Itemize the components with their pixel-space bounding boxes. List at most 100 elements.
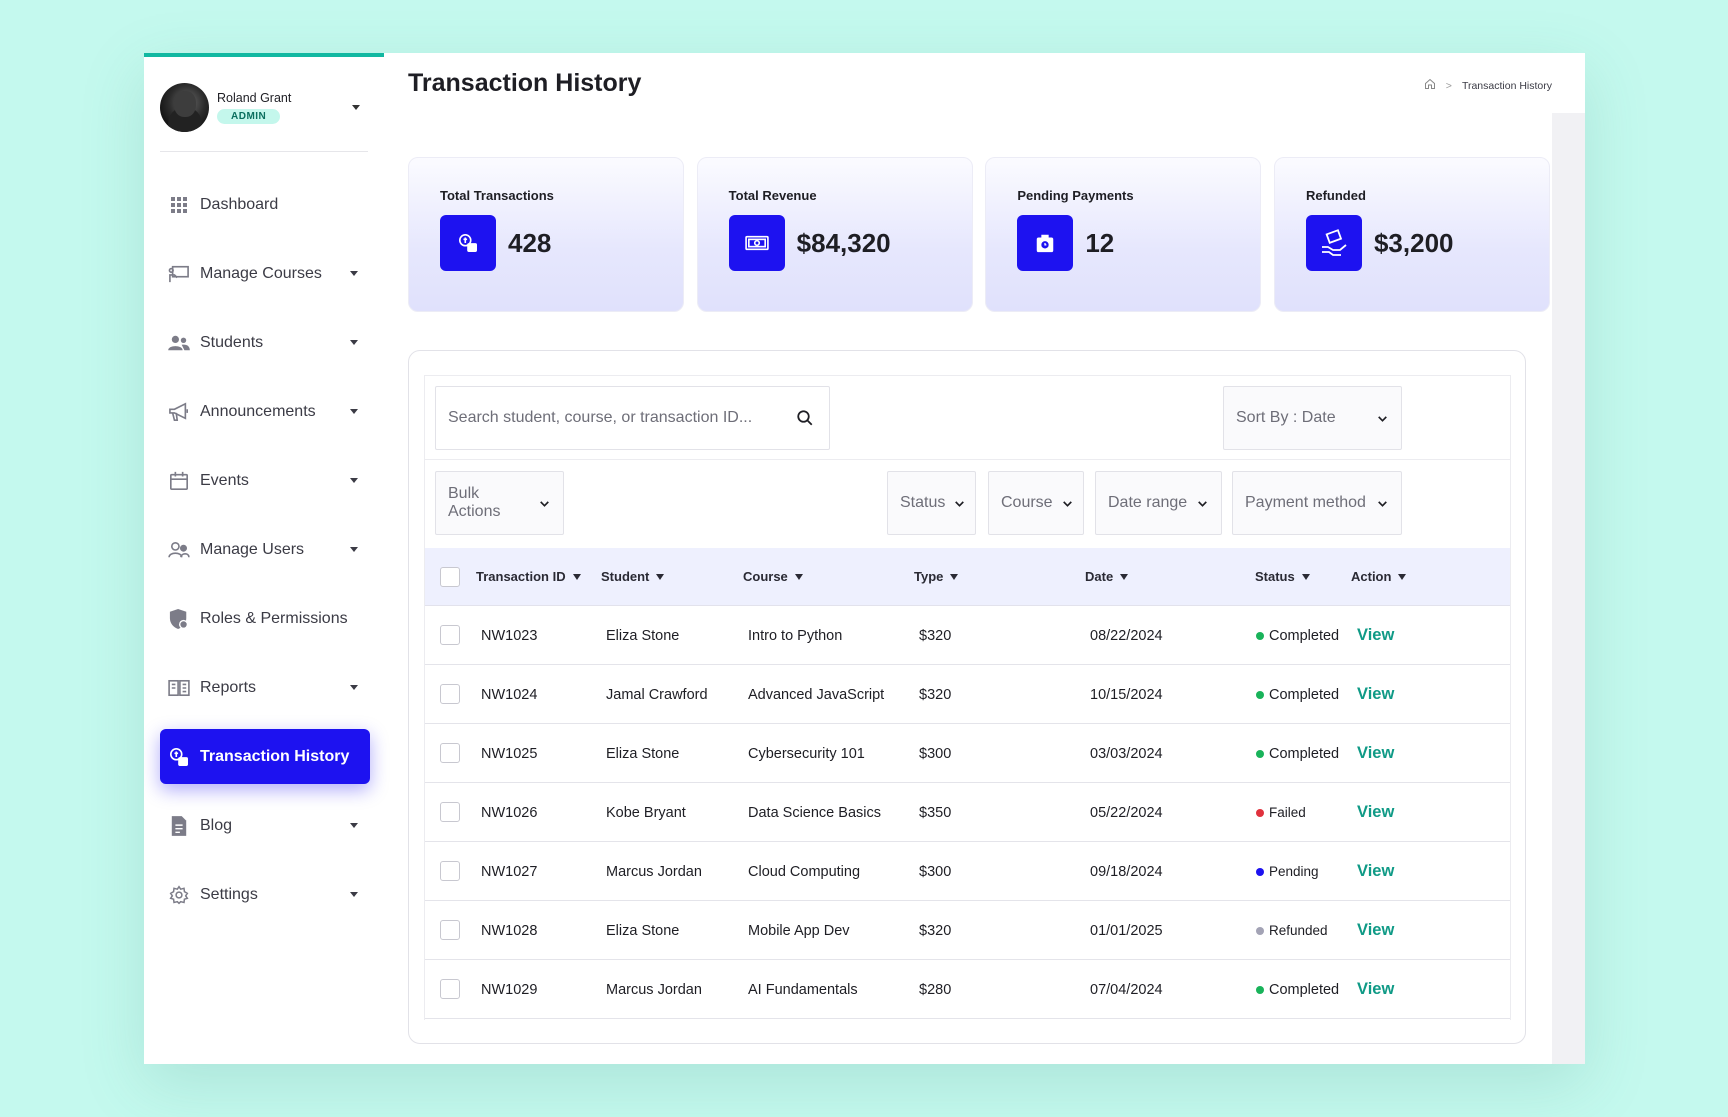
sort-down-icon bbox=[1398, 573, 1407, 580]
cell-status: Completed bbox=[1256, 724, 1339, 783]
row-checkbox[interactable] bbox=[440, 861, 460, 881]
grid-icon bbox=[168, 194, 190, 216]
payment-method-filter[interactable]: Payment method bbox=[1232, 471, 1402, 535]
course-filter[interactable]: Course bbox=[988, 471, 1084, 535]
cell-date: 10/15/2024 bbox=[1090, 686, 1163, 703]
sidebar-item-manage-courses[interactable]: Manage Courses bbox=[160, 246, 370, 301]
stat-row: $84,320 bbox=[728, 215, 941, 271]
table-row: NW1029 Marcus Jordan AI Fundamentals $280 07… bbox=[425, 960, 1510, 1019]
bulk-actions-select[interactable]: Bulk Actions bbox=[435, 471, 564, 535]
cell-course: Intro to Python bbox=[748, 627, 843, 644]
status-dot bbox=[1256, 867, 1264, 876]
stat-label: Pending Payments bbox=[1017, 188, 1134, 203]
cell-student: Kobe Bryant bbox=[606, 804, 686, 821]
view-link[interactable]: View bbox=[1357, 744, 1394, 763]
status-dot bbox=[1256, 985, 1264, 994]
status-badge: Completed bbox=[1269, 686, 1340, 703]
col-action[interactable]: Action bbox=[1351, 569, 1407, 584]
status-dot bbox=[1256, 631, 1264, 640]
sidebar-item-dashboard[interactable]: Dashboard bbox=[160, 177, 370, 232]
search-input[interactable] bbox=[448, 409, 793, 427]
sidebar-item-manage-users[interactable]: Manage Users bbox=[160, 522, 370, 577]
cell-type: $320 bbox=[919, 686, 952, 703]
sidebar-item-transaction-history[interactable]: Transaction History bbox=[160, 729, 370, 784]
row-checkbox[interactable] bbox=[440, 625, 460, 645]
table-body: NW1023 Eliza Stone Intro to Python $320 08/2… bbox=[425, 606, 1510, 1019]
row-checkbox[interactable] bbox=[440, 979, 460, 999]
sidebar-item-label: Manage Users bbox=[200, 540, 305, 558]
cell-transaction-id: NW1027 bbox=[481, 863, 538, 880]
course-filter-label: Course bbox=[1001, 494, 1053, 511]
sidebar-item-students[interactable]: Students bbox=[160, 315, 370, 370]
col-type[interactable]: Type bbox=[914, 569, 959, 584]
cell-student: Eliza Stone bbox=[606, 922, 680, 939]
sidebar-item-announcements[interactable]: Announcements bbox=[160, 384, 370, 439]
select-all-checkbox[interactable] bbox=[440, 566, 460, 587]
cell-type: $350 bbox=[919, 804, 952, 821]
search-icon[interactable] bbox=[793, 406, 817, 430]
stats-row: Total Transactions 428 Total Revenue $84,32… bbox=[408, 157, 1550, 312]
book-icon bbox=[168, 677, 190, 699]
col-transaction-id[interactable]: Transaction ID bbox=[476, 569, 581, 584]
view-link[interactable]: View bbox=[1357, 803, 1394, 822]
sidebar-nav: Dashboard Manage Courses Students Announcem… bbox=[160, 177, 370, 936]
col-student[interactable]: Student bbox=[601, 569, 665, 584]
stat-label: Total Revenue bbox=[728, 188, 817, 203]
view-link[interactable]: View bbox=[1357, 980, 1394, 999]
row-checkbox[interactable] bbox=[440, 920, 460, 940]
cell-status: Completed bbox=[1256, 960, 1339, 1019]
breadcrumb: > Transaction History bbox=[1424, 78, 1552, 93]
breadcrumb-separator: > bbox=[1445, 79, 1452, 92]
chevron-down-icon bbox=[1368, 412, 1389, 425]
table-row: NW1028 Eliza Stone Mobile App Dev $320 01/01… bbox=[425, 901, 1510, 960]
sidebar-item-blog[interactable]: Blog bbox=[160, 798, 370, 853]
page-title: Transaction History bbox=[408, 69, 642, 97]
chevron-down-icon bbox=[1188, 497, 1209, 510]
table-row: NW1026 Kobe Bryant Data Science Basics $350… bbox=[425, 783, 1510, 842]
row-checkbox[interactable] bbox=[440, 743, 460, 763]
sidebar-item-events[interactable]: Events bbox=[160, 453, 370, 508]
sort-down-icon bbox=[1301, 573, 1310, 580]
payment-method-label: Payment method bbox=[1245, 494, 1366, 511]
cell-status: Refunded bbox=[1256, 901, 1328, 960]
sidebar-item-reports[interactable]: Reports bbox=[160, 660, 370, 715]
sidebar-item-roles-permissions[interactable]: Roles & Permissions bbox=[160, 591, 370, 646]
chevron-down-icon bbox=[350, 685, 358, 690]
sort-down-icon bbox=[950, 573, 959, 580]
scrollbar[interactable] bbox=[1552, 113, 1585, 1064]
cell-status: Pending bbox=[1256, 842, 1319, 901]
view-link[interactable]: View bbox=[1357, 626, 1394, 645]
chevron-down-icon[interactable] bbox=[352, 104, 360, 110]
chevron-down-icon bbox=[350, 409, 358, 414]
cell-action: View bbox=[1357, 842, 1394, 901]
cell-transaction-id: NW1029 bbox=[481, 981, 538, 998]
row-checkbox[interactable] bbox=[440, 802, 460, 822]
home-icon[interactable] bbox=[1424, 78, 1436, 93]
view-link[interactable]: View bbox=[1357, 685, 1394, 704]
col-course[interactable]: Course bbox=[743, 569, 803, 584]
col-status[interactable]: Status bbox=[1255, 569, 1310, 584]
cell-course: Mobile App Dev bbox=[748, 922, 850, 939]
main-content: Transaction History > Transaction Histor… bbox=[384, 53, 1585, 1064]
sort-select[interactable]: Sort By : Date bbox=[1223, 386, 1402, 450]
user-profile[interactable]: Roland Grant ADMIN bbox=[160, 80, 364, 134]
cell-status: Completed bbox=[1256, 606, 1339, 665]
megaphone-icon bbox=[168, 401, 190, 423]
sidebar-item-settings[interactable]: Settings bbox=[160, 867, 370, 922]
status-filter[interactable]: Status bbox=[887, 471, 976, 535]
row-checkbox[interactable] bbox=[440, 684, 460, 704]
cash-icon bbox=[728, 215, 785, 271]
status-dot bbox=[1256, 808, 1264, 817]
sidebar-item-label: Settings bbox=[200, 885, 258, 903]
col-date[interactable]: Date bbox=[1085, 569, 1129, 584]
clock-bag-icon bbox=[1017, 215, 1074, 271]
view-link[interactable]: View bbox=[1357, 921, 1394, 940]
sort-down-icon bbox=[794, 573, 803, 580]
date-range-filter[interactable]: Date range bbox=[1095, 471, 1222, 535]
status-dot bbox=[1256, 926, 1264, 935]
cell-type: $320 bbox=[919, 922, 952, 939]
stat-value: $84,320 bbox=[796, 227, 891, 258]
chevron-down-icon bbox=[350, 478, 358, 483]
chevron-down-icon bbox=[1053, 497, 1074, 510]
view-link[interactable]: View bbox=[1357, 862, 1394, 881]
